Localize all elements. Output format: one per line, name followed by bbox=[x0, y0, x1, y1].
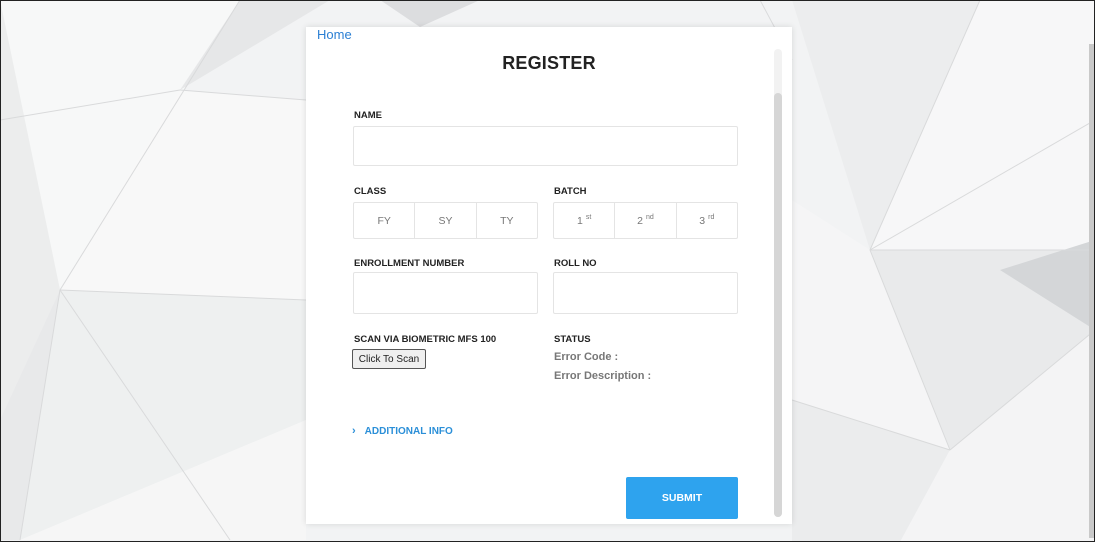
register-card: Home REGISTER NAME CLASS FY SY TY BATCH … bbox=[306, 27, 792, 524]
batch-label: BATCH bbox=[554, 186, 587, 197]
error-description-label: Error Description : bbox=[554, 370, 652, 382]
batch-option-number: 3 bbox=[699, 214, 706, 227]
class-option-sy[interactable]: SY bbox=[415, 203, 477, 238]
additional-info-label: ADDITIONAL INFO bbox=[364, 426, 453, 437]
class-option-label: TY bbox=[500, 214, 514, 227]
batch-option-suffix: rd bbox=[708, 214, 715, 221]
enrollment-input[interactable] bbox=[353, 272, 538, 314]
batch-option-suffix: st bbox=[585, 214, 592, 221]
additional-info-toggle[interactable]: › ADDITIONAL INFO bbox=[352, 425, 453, 437]
submit-button[interactable]: SUBMIT bbox=[626, 477, 738, 519]
form-scrollbar-thumb[interactable] bbox=[774, 93, 782, 517]
page-scrollbar[interactable] bbox=[1089, 44, 1094, 538]
class-option-label: SY bbox=[438, 214, 453, 227]
batch-option-number: 2 bbox=[637, 214, 644, 227]
batch-option-3rd[interactable]: 3rd bbox=[677, 203, 737, 238]
chevron-right-icon: › bbox=[352, 425, 356, 437]
error-code-label: Error Code : bbox=[554, 351, 619, 363]
name-label: NAME bbox=[354, 110, 382, 121]
enrollment-label: ENROLLMENT NUMBER bbox=[354, 258, 465, 269]
form-scrollbar[interactable] bbox=[774, 49, 782, 517]
batch-option-1st[interactable]: 1st bbox=[554, 203, 616, 238]
page-title: REGISTER bbox=[502, 53, 596, 73]
batch-selector: 1st 2nd 3rd bbox=[553, 202, 738, 239]
batch-option-number: 1 bbox=[577, 214, 583, 227]
roll-no-label: ROLL NO bbox=[554, 258, 597, 269]
batch-option-2nd[interactable]: 2nd bbox=[615, 203, 677, 238]
name-input[interactable] bbox=[353, 126, 738, 166]
scan-button[interactable]: Click To Scan bbox=[352, 349, 426, 369]
class-option-label: FY bbox=[377, 214, 391, 227]
class-selector: FY SY TY bbox=[353, 202, 538, 239]
batch-option-suffix: nd bbox=[646, 214, 654, 221]
home-link[interactable]: Home bbox=[317, 27, 352, 42]
roll-no-input[interactable] bbox=[553, 272, 738, 314]
class-option-fy[interactable]: FY bbox=[354, 203, 416, 238]
scan-label: SCAN VIA BIOMETRIC MFS 100 bbox=[354, 334, 497, 345]
class-option-ty[interactable]: TY bbox=[477, 203, 537, 238]
class-label: CLASS bbox=[354, 186, 387, 197]
status-label: STATUS bbox=[554, 334, 591, 345]
